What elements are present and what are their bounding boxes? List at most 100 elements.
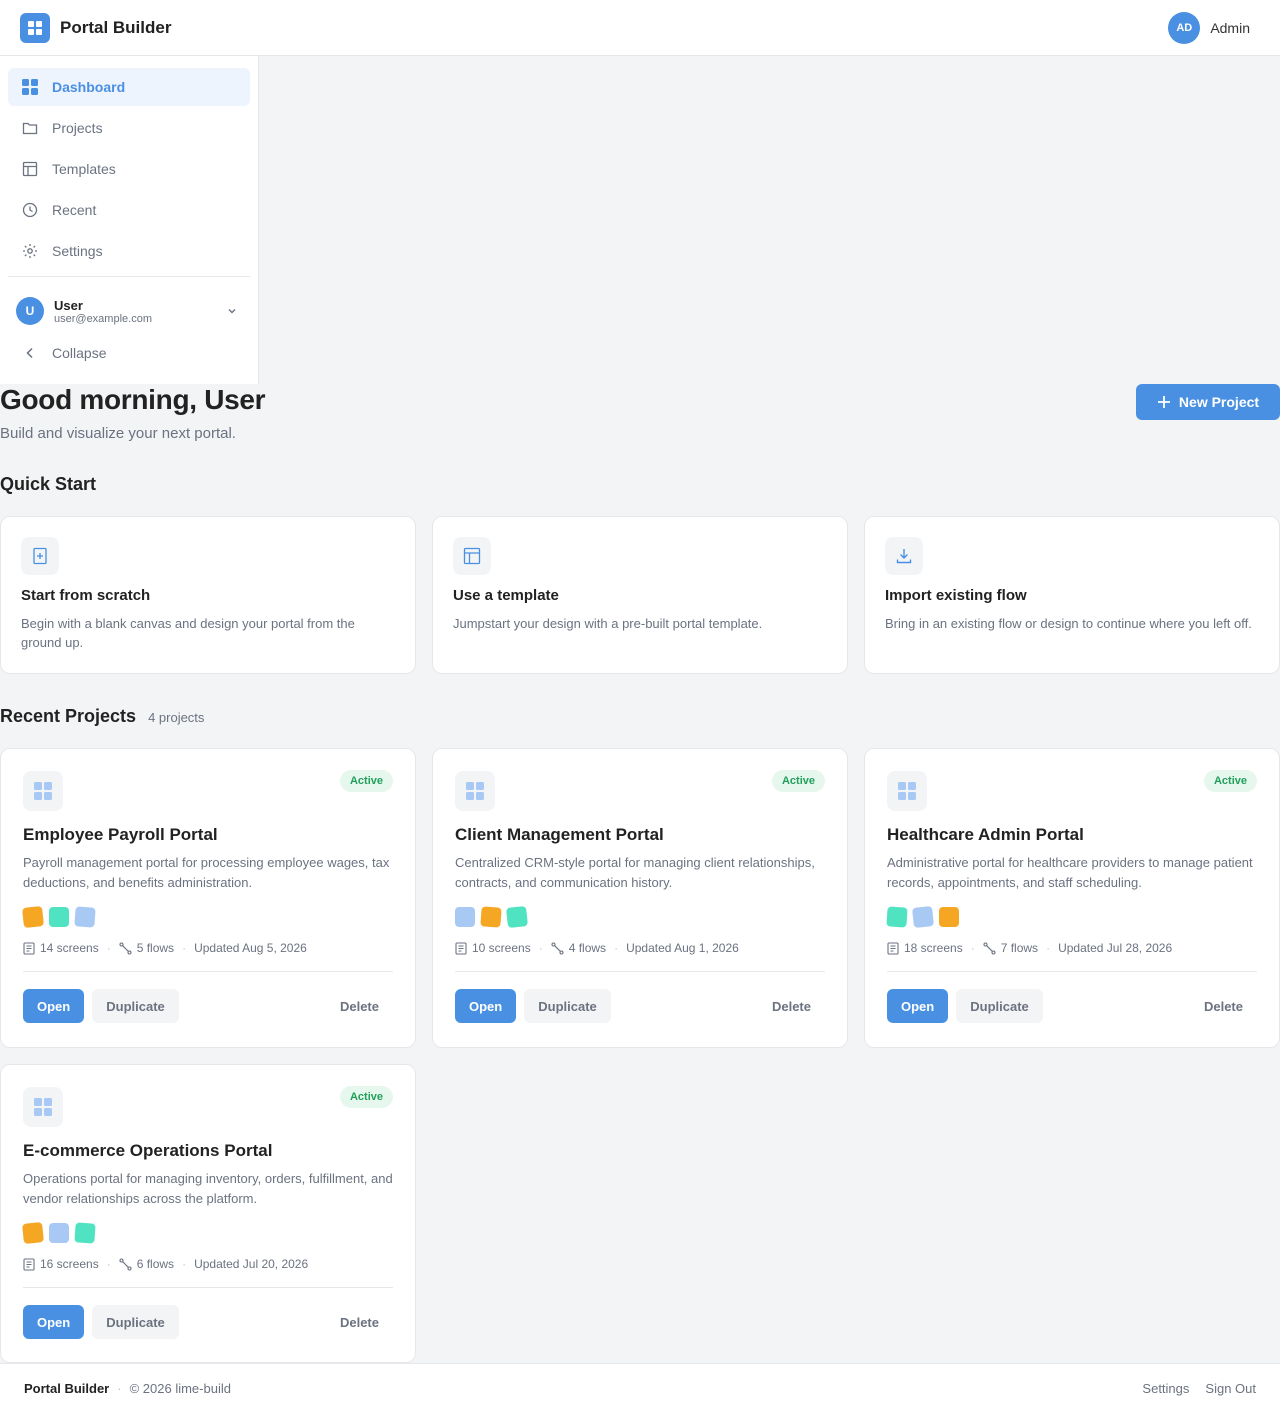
footer-separator: · bbox=[117, 1380, 122, 1396]
screens-icon bbox=[455, 941, 467, 955]
collapse-label: Collapse bbox=[52, 345, 107, 361]
duplicate-button[interactable]: Duplicate bbox=[92, 1305, 179, 1339]
color-swatch bbox=[455, 907, 475, 927]
footer: Portal Builder · © 2026 lime-build Setti… bbox=[0, 1363, 1280, 1412]
open-button[interactable]: Open bbox=[887, 989, 949, 1023]
quick-start-scratch-card[interactable]: Start from scratch Begin with a blank ca… bbox=[0, 516, 416, 674]
sidebar-item-templates[interactable]: Templates bbox=[8, 150, 250, 188]
flows-count: 7 flows bbox=[1000, 941, 1039, 955]
user-menu[interactable]: U User user@example.com bbox=[8, 277, 250, 325]
plus-icon bbox=[1157, 395, 1171, 409]
page-subtitle: Build and visualize your next portal. bbox=[0, 425, 236, 442]
quick-start-title: Start from scratch bbox=[21, 587, 151, 604]
project-desc: Centralized CRM-style portal for managin… bbox=[455, 855, 815, 890]
download-icon bbox=[885, 537, 923, 575]
gear-icon bbox=[22, 243, 38, 259]
grid-icon bbox=[23, 771, 63, 811]
layout-icon bbox=[453, 537, 491, 575]
duplicate-button[interactable]: Duplicate bbox=[92, 989, 179, 1023]
open-button[interactable]: Open bbox=[455, 989, 517, 1023]
sidebar-item-label: Dashboard bbox=[52, 79, 126, 95]
quick-start-title: Use a template bbox=[453, 587, 559, 604]
meta-separator: · bbox=[106, 1257, 111, 1271]
delete-button[interactable]: Delete bbox=[758, 989, 825, 1023]
screens-icon bbox=[887, 941, 899, 955]
grid-icon[interactable] bbox=[20, 12, 50, 43]
sidebar-item-label: Templates bbox=[52, 161, 116, 177]
delete-button[interactable]: Delete bbox=[326, 1305, 393, 1339]
color-swatches bbox=[22, 906, 393, 928]
screens-count: 18 screens bbox=[904, 941, 963, 955]
project-card[interactable]: Active Client Management Portal Centrali… bbox=[432, 748, 848, 1048]
footer-link-settings[interactable]: Settings bbox=[1142, 1381, 1189, 1396]
color-swatch bbox=[480, 906, 502, 928]
chevron-left-icon bbox=[22, 345, 38, 361]
sidebar-item-label: Recent bbox=[52, 202, 97, 218]
meta-separator: · bbox=[1046, 941, 1051, 955]
open-button[interactable]: Open bbox=[23, 989, 85, 1023]
project-title[interactable]: Client Management Portal bbox=[455, 825, 825, 845]
flow-icon bbox=[119, 1257, 132, 1271]
project-card[interactable]: Active Employee Payroll Portal Payroll m… bbox=[0, 748, 416, 1048]
flow-icon bbox=[983, 941, 996, 955]
clock-icon bbox=[22, 202, 38, 218]
sidebar-item-settings[interactable]: Settings bbox=[8, 232, 250, 270]
updated-date: Updated Aug 5, 2026 bbox=[194, 941, 307, 955]
grid-icon bbox=[23, 1087, 63, 1127]
quick-start-template-card[interactable]: Use a template Jumpstart your design wit… bbox=[432, 516, 848, 674]
open-button[interactable]: Open bbox=[23, 1305, 85, 1339]
project-title[interactable]: Healthcare Admin Portal bbox=[887, 825, 1257, 845]
project-card[interactable]: Active E-commerce Operations Portal Oper… bbox=[0, 1064, 416, 1363]
delete-button[interactable]: Delete bbox=[326, 989, 393, 1023]
color-swatch bbox=[49, 1223, 69, 1243]
avatar[interactable]: AD bbox=[1168, 11, 1201, 44]
color-swatch bbox=[22, 1222, 44, 1244]
recent-projects-title: Recent Projects bbox=[0, 706, 137, 726]
project-title[interactable]: E-commerce Operations Portal bbox=[23, 1141, 393, 1161]
screens-icon bbox=[23, 1257, 35, 1271]
recent-projects-heading: Recent Projects 4 projects bbox=[0, 706, 204, 727]
project-desc: Payroll management portal for processing… bbox=[23, 855, 390, 890]
status-badge: Active bbox=[339, 1086, 393, 1108]
sidebar-item-recent[interactable]: Recent bbox=[8, 191, 250, 229]
meta-separator: · bbox=[106, 941, 111, 955]
project-title[interactable]: Employee Payroll Portal bbox=[23, 825, 393, 845]
collapse-button[interactable]: Collapse bbox=[8, 345, 250, 361]
meta-separator: · bbox=[614, 941, 619, 955]
project-meta: 18 screens · 7 flows · Updated Jul 28, 2… bbox=[887, 941, 1257, 972]
duplicate-button[interactable]: Duplicate bbox=[956, 989, 1043, 1023]
new-project-button[interactable]: New Project bbox=[1136, 384, 1280, 420]
user-email: user@example.com bbox=[54, 312, 152, 325]
grid-icon bbox=[22, 79, 38, 95]
updated-date: Updated Jul 28, 2026 bbox=[1058, 941, 1173, 955]
sidebar-item-projects[interactable]: Projects bbox=[8, 109, 250, 147]
meta-separator: · bbox=[970, 941, 975, 955]
quick-start-heading: Quick Start bbox=[0, 474, 97, 494]
quick-start-import-card[interactable]: Import existing flow Bring in an existin… bbox=[864, 516, 1280, 674]
new-project-label: New Project bbox=[1178, 394, 1260, 410]
color-swatch bbox=[886, 906, 908, 928]
updated-date: Updated Jul 20, 2026 bbox=[194, 1257, 309, 1271]
sidebar-item-dashboard[interactable]: Dashboard bbox=[8, 68, 250, 106]
screens-count: 14 screens bbox=[40, 941, 99, 955]
delete-button[interactable]: Delete bbox=[1190, 989, 1257, 1023]
account-menu[interactable]: AD Admin bbox=[1168, 11, 1250, 44]
user-name: User bbox=[54, 297, 83, 313]
project-card[interactable]: Active Healthcare Admin Portal Administr… bbox=[864, 748, 1280, 1048]
footer-link-sign-out[interactable]: Sign Out bbox=[1205, 1381, 1256, 1396]
avatar: U bbox=[16, 297, 44, 325]
screens-count: 16 screens bbox=[40, 1257, 99, 1271]
duplicate-button[interactable]: Duplicate bbox=[524, 989, 611, 1023]
project-meta: 14 screens · 5 flows · Updated Aug 5, 20… bbox=[23, 941, 393, 972]
sidebar-item-label: Projects bbox=[52, 120, 103, 136]
account-label: Admin bbox=[1210, 19, 1250, 36]
footer-copyright: © 2026 lime-build bbox=[129, 1380, 231, 1396]
chevron-down-icon[interactable] bbox=[226, 305, 238, 317]
status-badge: Active bbox=[771, 770, 825, 792]
meta-separator: · bbox=[182, 941, 187, 955]
status-badge: Active bbox=[1203, 770, 1257, 792]
color-swatch bbox=[74, 906, 96, 928]
project-meta: 16 screens · 6 flows · Updated Jul 20, 2… bbox=[23, 1257, 393, 1288]
app-title: Portal Builder bbox=[60, 17, 172, 37]
color-swatch bbox=[22, 906, 44, 928]
